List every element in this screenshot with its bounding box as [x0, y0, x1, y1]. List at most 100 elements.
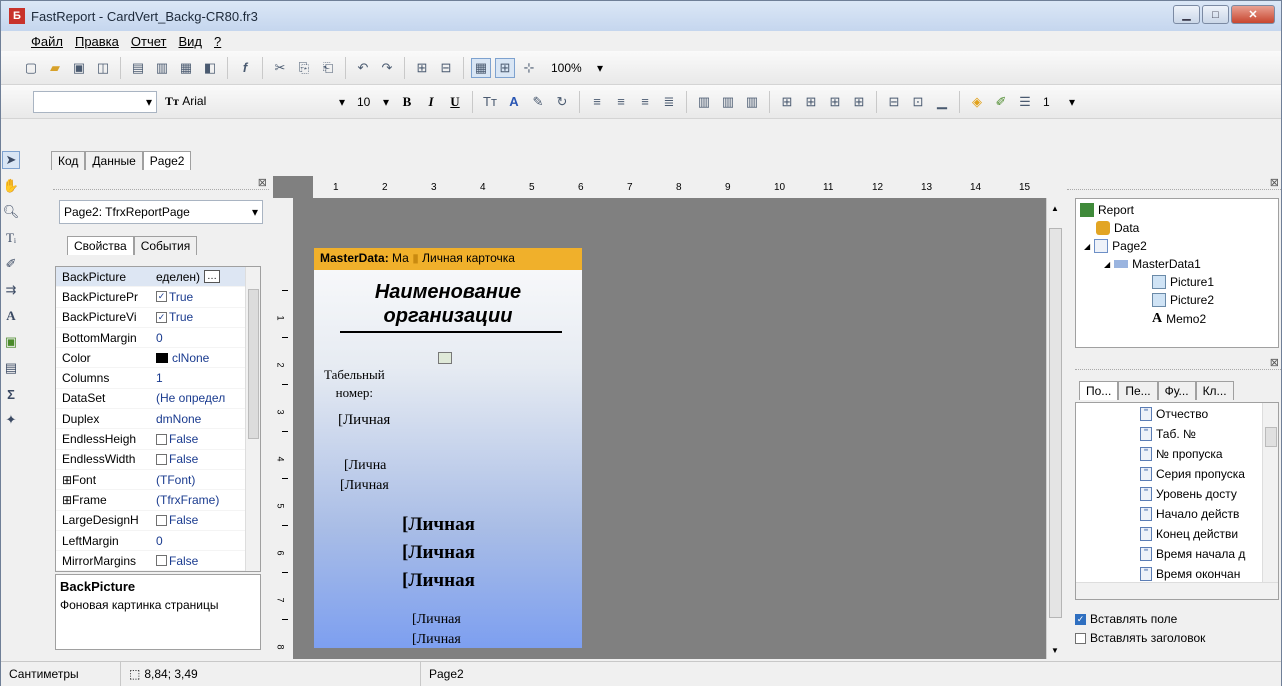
expand-icon[interactable]: ◢	[1104, 260, 1110, 269]
data-field-item[interactable]: ≡ № пропуска	[1140, 446, 1223, 461]
menu-help[interactable]: ?	[214, 34, 221, 49]
property-row[interactable]: BottomMargin 0	[56, 328, 260, 349]
property-row[interactable]: LargeDesignH False	[56, 511, 260, 531]
object-select[interactable]: Page2: TfrxReportPage ▾	[59, 200, 263, 224]
properties-scrollbar[interactable]	[245, 267, 260, 571]
memo-6[interactable]: [Личная	[402, 570, 475, 592]
menu-edit[interactable]: Правка	[75, 34, 119, 49]
property-value[interactable]: dmNone	[156, 412, 201, 426]
frame-right-icon[interactable]: ⊞	[849, 92, 869, 112]
frame-bottom-icon[interactable]: ⊞	[801, 92, 821, 112]
font-size-combo[interactable]: 10 ▾	[353, 91, 393, 113]
scroll-thumb[interactable]	[248, 289, 259, 439]
open-icon[interactable]: ▰	[45, 58, 65, 78]
tab-properties[interactable]: Свойства	[67, 236, 134, 255]
align-left-icon[interactable]: ≡	[587, 92, 607, 112]
tree-item-report[interactable]: Report	[1080, 203, 1134, 217]
preview-icon[interactable]: ◫	[93, 58, 113, 78]
frame-width-combo[interactable]: 1 ▾	[1039, 91, 1079, 113]
data-field-item[interactable]: ≡ Серия пропуска	[1140, 466, 1245, 481]
property-row[interactable]: ⊞Font (TFont)	[56, 470, 260, 491]
checkbox-checked-icon[interactable]: ✓	[1075, 613, 1086, 625]
property-value[interactable]: ✓ True	[156, 310, 193, 324]
tab-fields[interactable]: По...	[1079, 381, 1119, 400]
checkbox-icon[interactable]	[156, 453, 167, 465]
scroll-up-icon[interactable]: ▲	[1051, 204, 1059, 213]
close-button[interactable]: ✕	[1231, 5, 1275, 24]
new-page-icon[interactable]: ▤	[128, 58, 148, 78]
menu-report[interactable]: Отчет	[131, 34, 167, 49]
expand-icon[interactable]: ◢	[1084, 242, 1090, 251]
save-icon[interactable]: ▣	[69, 58, 89, 78]
text-object-icon[interactable]: A	[2, 307, 20, 325]
align-center-icon[interactable]: ≡	[611, 92, 631, 112]
font-settings-icon[interactable]: Tт	[480, 92, 500, 112]
property-row[interactable]: BackPicture еделен)…	[56, 267, 260, 288]
property-row[interactable]: BackPictureVi ✓ True	[56, 308, 260, 328]
property-row[interactable]: MirrorMargins False	[56, 551, 260, 571]
select-tool-icon[interactable]: ➤	[2, 151, 20, 169]
checkbox-checked-icon[interactable]: ✓	[156, 291, 167, 303]
fit-to-grid-icon[interactable]: ⊹	[519, 58, 539, 78]
data-field-item[interactable]: ≡ Таб. №	[1140, 426, 1196, 441]
organization-title[interactable]: Наименование организации	[314, 280, 582, 328]
italic-button[interactable]: I	[421, 92, 441, 112]
tab-classes[interactable]: Кл...	[1195, 381, 1234, 400]
picture-object-icon[interactable]: ▣	[2, 333, 20, 351]
zoom-select[interactable]: 100% ▾	[547, 57, 607, 79]
frame-none-icon[interactable]: ⊡	[908, 92, 928, 112]
fields-hscrollbar[interactable]	[1076, 582, 1278, 599]
tree-item-page2[interactable]: ◢ Page2	[1084, 239, 1147, 253]
frame-style-icon[interactable]: ☰	[1015, 92, 1035, 112]
align-bottom-icon[interactable]: ▥	[742, 92, 762, 112]
delete-page-icon[interactable]: ▦	[176, 58, 196, 78]
data-field-item[interactable]: ≡ Уровень досту	[1140, 486, 1237, 501]
new-icon[interactable]: ▢	[21, 58, 41, 78]
separator-line[interactable]	[340, 331, 562, 333]
property-value[interactable]: clNone	[156, 351, 209, 365]
highlight-icon[interactable]: ✎	[528, 92, 548, 112]
frame-color-icon[interactable]: ✐	[991, 92, 1011, 112]
checkbox-icon[interactable]	[1075, 632, 1086, 644]
tab-events[interactable]: События	[133, 236, 198, 255]
undo-icon[interactable]: ↶	[353, 58, 373, 78]
property-value[interactable]: ✓ True	[156, 290, 193, 304]
bold-button[interactable]: B	[397, 92, 417, 112]
checkbox-icon[interactable]	[156, 555, 167, 567]
fields-scrollbar[interactable]	[1262, 403, 1278, 583]
cut-icon[interactable]: ✂	[270, 58, 290, 78]
copy-icon[interactable]: ⎘	[294, 58, 314, 78]
menu-file[interactable]: Файл	[31, 34, 63, 49]
tab-page2[interactable]: Page2	[142, 151, 192, 170]
tree-item-data[interactable]: Data	[1096, 221, 1139, 235]
frame-top-icon[interactable]: ⊞	[777, 92, 797, 112]
ellipsis-button[interactable]: …	[204, 270, 220, 284]
insert-field-option[interactable]: ✓ Вставлять поле	[1075, 612, 1205, 626]
style-combo[interactable]: ▾	[33, 90, 157, 113]
property-value[interactable]: False	[156, 554, 198, 568]
property-row[interactable]: Color clNone	[56, 348, 260, 369]
tree-item-masterdata1[interactable]: ◢ MasterData1	[1104, 257, 1201, 271]
property-value[interactable]: False	[156, 452, 198, 466]
tree-item-picture2[interactable]: Picture2	[1152, 293, 1214, 307]
tab-code[interactable]: Код	[51, 151, 86, 170]
maximize-button[interactable]: □	[1202, 5, 1229, 24]
align-justify-icon[interactable]: ≣	[659, 92, 679, 112]
property-row[interactable]: LeftMargin 0	[56, 531, 260, 552]
zoom-tool-icon[interactable]: 🔍︎	[2, 203, 20, 221]
align-top-icon[interactable]: ▥	[694, 92, 714, 112]
masterdata-band[interactable]: MasterData: Ма ▮ Личная карточка	[314, 248, 582, 270]
property-value[interactable]: (TFont)	[156, 473, 195, 487]
page-settings-icon[interactable]: ◧	[200, 58, 220, 78]
design-scrollbar[interactable]: ▲ ▼	[1046, 198, 1063, 659]
property-row[interactable]: DataSet (Не определ	[56, 389, 260, 410]
paste-icon[interactable]: ⎗	[318, 58, 338, 78]
system-text-icon[interactable]: Σ	[2, 385, 20, 403]
inspector-grip[interactable]: ⊠	[53, 176, 269, 190]
property-row[interactable]: Columns 1	[56, 368, 260, 389]
scroll-down-icon[interactable]: ▼	[1051, 646, 1059, 655]
data-field-item[interactable]: ≡ Отчество	[1140, 406, 1208, 421]
checkbox-checked-icon[interactable]: ✓	[156, 311, 167, 323]
checkbox-icon[interactable]	[156, 433, 167, 445]
close-icon[interactable]: ⊠	[1270, 356, 1279, 369]
